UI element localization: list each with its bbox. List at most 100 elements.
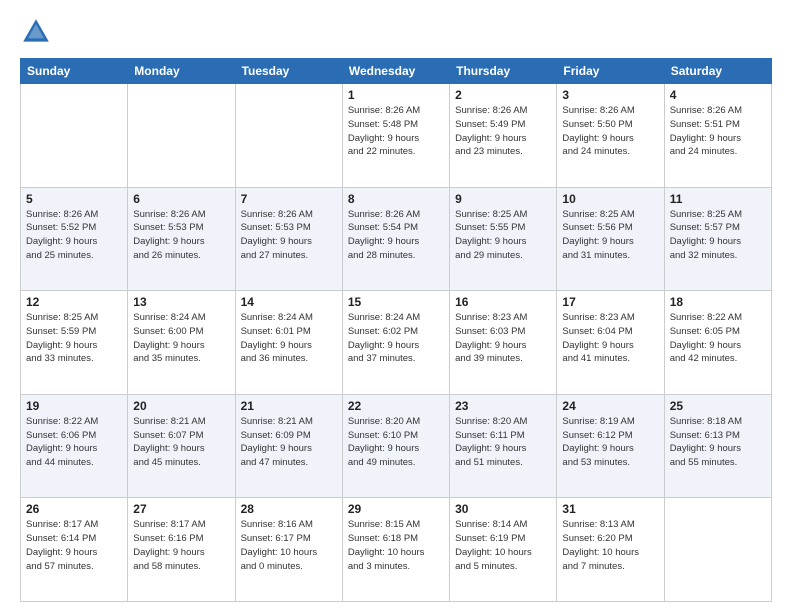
calendar-day-21: 21 Sunrise: 8:21 AM Sunset: 6:09 PM Dayli… [235, 394, 342, 498]
calendar-day-8: 8 Sunrise: 8:26 AM Sunset: 5:54 PM Daylig… [342, 187, 449, 291]
day-info: Sunrise: 8:26 AM Sunset: 5:52 PM Dayligh… [26, 208, 122, 263]
calendar-day-5: 5 Sunrise: 8:26 AM Sunset: 5:52 PM Daylig… [21, 187, 128, 291]
day-number: 18 [670, 295, 766, 309]
calendar-day-23: 23 Sunrise: 8:20 AM Sunset: 6:11 PM Dayli… [450, 394, 557, 498]
calendar-week-row: 1 Sunrise: 8:26 AM Sunset: 5:48 PM Daylig… [21, 84, 772, 188]
day-info: Sunrise: 8:20 AM Sunset: 6:11 PM Dayligh… [455, 415, 551, 470]
day-number: 30 [455, 502, 551, 516]
calendar-day-10: 10 Sunrise: 8:25 AM Sunset: 5:56 PM Dayli… [557, 187, 664, 291]
calendar-empty-cell [128, 84, 235, 188]
day-number: 10 [562, 192, 658, 206]
calendar-day-13: 13Sunrise: 8:24 AM Sunset: 6:00 PM Dayli… [128, 291, 235, 395]
day-header-sunday: Sunday [21, 59, 128, 84]
day-header-wednesday: Wednesday [342, 59, 449, 84]
day-header-friday: Friday [557, 59, 664, 84]
day-number: 14 [241, 295, 337, 309]
day-header-saturday: Saturday [664, 59, 771, 84]
day-number: 5 [26, 192, 122, 206]
page: SundayMondayTuesdayWednesdayThursdayFrid… [0, 0, 792, 612]
calendar-day-15: 15 Sunrise: 8:24 AM Sunset: 6:02 PM Dayli… [342, 291, 449, 395]
day-info: Sunrise: 8:23 AM Sunset: 6:04 PM Dayligh… [562, 311, 658, 366]
calendar-week-row: 26 Sunrise: 8:17 AM Sunset: 6:14 PM Dayli… [21, 498, 772, 602]
day-info: Sunrise: 8:17 AM Sunset: 6:14 PM Dayligh… [26, 518, 122, 573]
calendar-day-11: 11 Sunrise: 8:25 AM Sunset: 5:57 PM Dayli… [664, 187, 771, 291]
day-info: Sunrise: 8:19 AM Sunset: 6:12 PM Dayligh… [562, 415, 658, 470]
day-info: Sunrise: 8:26 AM Sunset: 5:53 PM Dayligh… [241, 208, 337, 263]
calendar-day-14: 14 Sunrise: 8:24 AM Sunset: 6:01 PM Dayli… [235, 291, 342, 395]
calendar-day-25: 25 Sunrise: 8:18 AM Sunset: 6:13 PM Dayli… [664, 394, 771, 498]
day-number: 12 [26, 295, 122, 309]
calendar-day-30: 30 Sunrise: 8:14 AM Sunset: 6:19 PM Dayli… [450, 498, 557, 602]
day-header-monday: Monday [128, 59, 235, 84]
calendar-day-20: 20Sunrise: 8:21 AM Sunset: 6:07 PM Dayli… [128, 394, 235, 498]
calendar-day-26: 26 Sunrise: 8:17 AM Sunset: 6:14 PM Dayli… [21, 498, 128, 602]
day-number: 4 [670, 88, 766, 102]
calendar-week-row: 12Sunrise: 8:25 AM Sunset: 5:59 PM Dayli… [21, 291, 772, 395]
day-info: Sunrise: 8:25 AM Sunset: 5:55 PM Dayligh… [455, 208, 551, 263]
day-info: Sunrise: 8:26 AM Sunset: 5:51 PM Dayligh… [670, 104, 766, 159]
day-number: 13 [133, 295, 229, 309]
day-number: 25 [670, 399, 766, 413]
calendar-day-9: 9Sunrise: 8:25 AM Sunset: 5:55 PM Daylig… [450, 187, 557, 291]
day-info: Sunrise: 8:22 AM Sunset: 6:05 PM Dayligh… [670, 311, 766, 366]
calendar-header-row: SundayMondayTuesdayWednesdayThursdayFrid… [21, 59, 772, 84]
day-info: Sunrise: 8:21 AM Sunset: 6:09 PM Dayligh… [241, 415, 337, 470]
day-number: 27 [133, 502, 229, 516]
calendar-day-27: 27 Sunrise: 8:17 AM Sunset: 6:16 PM Dayli… [128, 498, 235, 602]
day-info: Sunrise: 8:25 AM Sunset: 5:57 PM Dayligh… [670, 208, 766, 263]
day-info: Sunrise: 8:24 AM Sunset: 6:01 PM Dayligh… [241, 311, 337, 366]
header [20, 16, 772, 48]
calendar-day-2: 2Sunrise: 8:26 AM Sunset: 5:49 PM Daylig… [450, 84, 557, 188]
calendar-day-17: 17 Sunrise: 8:23 AM Sunset: 6:04 PM Dayli… [557, 291, 664, 395]
logo-icon [20, 16, 52, 48]
day-info: Sunrise: 8:23 AM Sunset: 6:03 PM Dayligh… [455, 311, 551, 366]
calendar-day-28: 28 Sunrise: 8:16 AM Sunset: 6:17 PM Dayli… [235, 498, 342, 602]
day-info: Sunrise: 8:16 AM Sunset: 6:17 PM Dayligh… [241, 518, 337, 573]
day-number: 23 [455, 399, 551, 413]
calendar-day-29: 29Sunrise: 8:15 AM Sunset: 6:18 PM Dayli… [342, 498, 449, 602]
calendar-table: SundayMondayTuesdayWednesdayThursdayFrid… [20, 58, 772, 602]
calendar-day-16: 16 Sunrise: 8:23 AM Sunset: 6:03 PM Dayli… [450, 291, 557, 395]
calendar-day-7: 7 Sunrise: 8:26 AM Sunset: 5:53 PM Daylig… [235, 187, 342, 291]
day-info: Sunrise: 8:18 AM Sunset: 6:13 PM Dayligh… [670, 415, 766, 470]
day-info: Sunrise: 8:26 AM Sunset: 5:53 PM Dayligh… [133, 208, 229, 263]
day-header-thursday: Thursday [450, 59, 557, 84]
calendar-day-1: 1 Sunrise: 8:26 AM Sunset: 5:48 PM Daylig… [342, 84, 449, 188]
calendar-day-22: 22Sunrise: 8:20 AM Sunset: 6:10 PM Dayli… [342, 394, 449, 498]
day-header-tuesday: Tuesday [235, 59, 342, 84]
calendar-day-12: 12Sunrise: 8:25 AM Sunset: 5:59 PM Dayli… [21, 291, 128, 395]
day-info: Sunrise: 8:13 AM Sunset: 6:20 PM Dayligh… [562, 518, 658, 573]
day-info: Sunrise: 8:14 AM Sunset: 6:19 PM Dayligh… [455, 518, 551, 573]
day-number: 21 [241, 399, 337, 413]
day-info: Sunrise: 8:26 AM Sunset: 5:54 PM Dayligh… [348, 208, 444, 263]
calendar-empty-cell [21, 84, 128, 188]
day-info: Sunrise: 8:25 AM Sunset: 5:56 PM Dayligh… [562, 208, 658, 263]
day-info: Sunrise: 8:17 AM Sunset: 6:16 PM Dayligh… [133, 518, 229, 573]
day-number: 16 [455, 295, 551, 309]
day-number: 31 [562, 502, 658, 516]
calendar-day-19: 19 Sunrise: 8:22 AM Sunset: 6:06 PM Dayli… [21, 394, 128, 498]
day-number: 1 [348, 88, 444, 102]
calendar-day-6: 6 Sunrise: 8:26 AM Sunset: 5:53 PM Daylig… [128, 187, 235, 291]
day-number: 6 [133, 192, 229, 206]
day-number: 28 [241, 502, 337, 516]
calendar-day-31: 31 Sunrise: 8:13 AM Sunset: 6:20 PM Dayli… [557, 498, 664, 602]
day-number: 7 [241, 192, 337, 206]
calendar-day-3: 3Sunrise: 8:26 AM Sunset: 5:50 PM Daylig… [557, 84, 664, 188]
calendar-empty-cell [235, 84, 342, 188]
day-number: 11 [670, 192, 766, 206]
day-number: 26 [26, 502, 122, 516]
day-number: 3 [562, 88, 658, 102]
calendar-week-row: 5 Sunrise: 8:26 AM Sunset: 5:52 PM Daylig… [21, 187, 772, 291]
day-number: 8 [348, 192, 444, 206]
day-number: 15 [348, 295, 444, 309]
day-info: Sunrise: 8:26 AM Sunset: 5:48 PM Dayligh… [348, 104, 444, 159]
day-info: Sunrise: 8:22 AM Sunset: 6:06 PM Dayligh… [26, 415, 122, 470]
day-number: 29 [348, 502, 444, 516]
day-number: 20 [133, 399, 229, 413]
day-info: Sunrise: 8:26 AM Sunset: 5:49 PM Dayligh… [455, 104, 551, 159]
day-number: 19 [26, 399, 122, 413]
day-info: Sunrise: 8:24 AM Sunset: 6:02 PM Dayligh… [348, 311, 444, 366]
day-number: 17 [562, 295, 658, 309]
day-number: 24 [562, 399, 658, 413]
